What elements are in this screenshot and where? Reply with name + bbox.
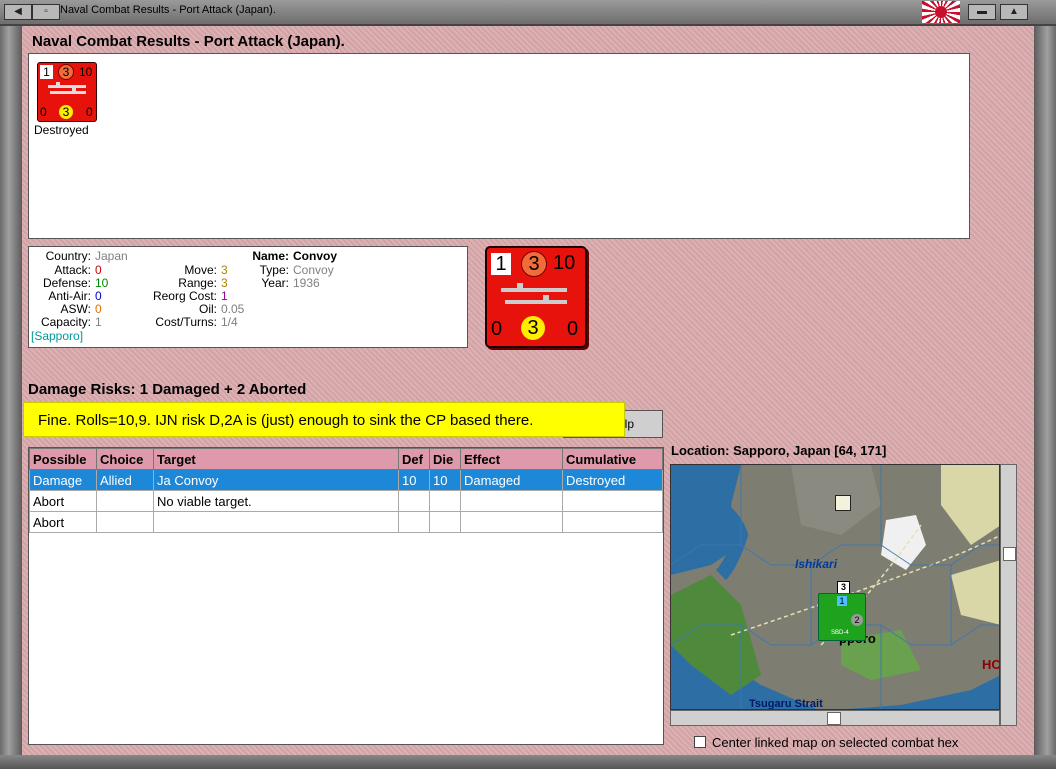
cell-choice (96, 490, 154, 512)
counter-bot-left: 0 (40, 105, 47, 119)
cell-effect (460, 490, 563, 512)
japan-flag-icon (922, 1, 960, 23)
year-label: Year: (261, 276, 289, 290)
cost-value: 1/4 (221, 315, 238, 329)
cell-cumulative (562, 511, 663, 533)
cell-target: Ja Convoy (153, 469, 399, 491)
counter-top-right: 10 (79, 65, 93, 79)
name-value: Convoy (293, 249, 338, 263)
system-menu-button[interactable]: ◀ (4, 4, 32, 20)
ship-icon (48, 82, 86, 94)
cell-choice (96, 511, 154, 533)
table-row[interactable]: Abort (29, 511, 663, 533)
air-unit-counter[interactable]: 1 2 SBD-4 (818, 593, 866, 641)
annotation-note: Fine. Rolls=10,9. IJN risk D,2A is (just… (23, 402, 625, 437)
cell-cumulative (562, 490, 663, 512)
air-unit-top: 1 (837, 596, 847, 606)
counter-bot-mid: 3 (59, 105, 73, 119)
minimize-button[interactable]: ▬ (968, 4, 996, 20)
cell-choice: Allied (96, 469, 154, 491)
table-header-row: Possible Choice Target Def Die Effect Cu… (29, 448, 663, 470)
restore-button[interactable]: ▫ (32, 4, 60, 20)
cost-label: Cost/Turns: (155, 315, 217, 329)
country-label: Country: (45, 249, 91, 263)
map-label-hk: HC (982, 657, 1000, 672)
col-target[interactable]: Target (153, 448, 399, 470)
unit-status-label: Destroyed (34, 123, 89, 137)
h-scroll-thumb[interactable] (827, 712, 841, 725)
location-link[interactable]: [Sapporo] (31, 330, 83, 343)
cell-die (429, 511, 461, 533)
damage-risks-label: Damage Risks: 1 Damaged + 2 Aborted (28, 381, 307, 398)
cell-die (429, 490, 461, 512)
close-button[interactable]: ▲ (1000, 4, 1028, 20)
country-value: Japan (95, 249, 128, 263)
map-label-strait: Tsugaru Strait (749, 698, 823, 710)
air-unit-name: SBD-4 (831, 630, 849, 636)
map-horizontal-scrollbar[interactable] (670, 710, 1000, 726)
col-effect[interactable]: Effect (460, 448, 563, 470)
city-marker-icon (835, 495, 851, 511)
col-choice[interactable]: Choice (96, 448, 154, 470)
col-def[interactable]: Def (398, 448, 430, 470)
capacity-value: 1 (95, 315, 102, 329)
cell-target (153, 511, 399, 533)
cell-possible: Abort (29, 511, 97, 533)
big-counter-bot-mid: 3 (521, 316, 545, 340)
counter-top-left: 1 (40, 65, 53, 79)
map-vertical-scrollbar[interactable] (1000, 464, 1017, 726)
big-counter-bot-left: 0 (491, 318, 503, 340)
location-map[interactable]: Ishikari pporo Tsugaru Strait HC 3 1 2 S… (670, 464, 1000, 710)
cell-possible: Abort (29, 490, 97, 512)
big-counter-bot-right: 0 (567, 318, 579, 340)
window-title: Naval Combat Results - Port Attack (Japa… (60, 4, 276, 16)
cell-cumulative: Destroyed (562, 469, 663, 491)
results-panel (28, 53, 970, 239)
counter-bot-right: 0 (86, 105, 93, 119)
col-die[interactable]: Die (429, 448, 461, 470)
big-counter-top-left: 1 (491, 253, 511, 275)
year-value: 1936 (293, 276, 320, 290)
v-scroll-thumb[interactable] (1003, 547, 1016, 561)
table-row[interactable]: Abort No viable target. (29, 490, 663, 512)
cell-target: No viable target. (153, 490, 399, 512)
unit-info-panel: Country: Japan Attack: 0 Defense: 10 Ant… (28, 246, 468, 348)
cell-def (398, 490, 430, 512)
cell-possible: Damage (29, 469, 97, 491)
air-unit-bottom: 2 (851, 614, 863, 626)
right-border (1034, 26, 1056, 756)
col-cumulative[interactable]: Cumulative (562, 448, 663, 470)
cell-die: 10 (429, 469, 461, 491)
big-counter-top-right: 10 (553, 252, 576, 274)
cell-def (398, 511, 430, 533)
combat-results-table: Possible Choice Target Def Die Effect Cu… (29, 448, 663, 533)
cell-def: 10 (398, 469, 430, 491)
cell-effect (460, 511, 563, 533)
cell-effect: Damaged (460, 469, 563, 491)
name-label: Name: (252, 249, 289, 263)
convoy-unit-counter[interactable]: 1 3 10 0 3 0 (37, 62, 97, 122)
big-ship-icon (501, 283, 567, 304)
center-map-label[interactable]: Center linked map on selected combat hex (712, 735, 958, 750)
selected-unit-counter: 1 3 10 0 3 0 (485, 246, 587, 348)
counter-top-mid: 3 (58, 64, 74, 80)
map-label-ishikari: Ishikari (795, 557, 838, 571)
left-border (0, 26, 22, 756)
location-label: Location: Sapporo, Japan [64, 171] (671, 443, 887, 458)
capacity-label: Capacity: (40, 315, 91, 329)
table-row[interactable]: Damage Allied Ja Convoy 10 10 Damaged De… (29, 469, 663, 491)
bottom-border (0, 755, 1056, 769)
big-counter-top-mid: 3 (521, 251, 547, 277)
page-title: Naval Combat Results - Port Attack (Japa… (32, 33, 345, 50)
center-map-checkbox[interactable] (694, 736, 706, 748)
title-bar: ◀ ▫ Naval Combat Results - Port Attack (… (0, 0, 1056, 26)
col-possible[interactable]: Possible (29, 448, 97, 470)
